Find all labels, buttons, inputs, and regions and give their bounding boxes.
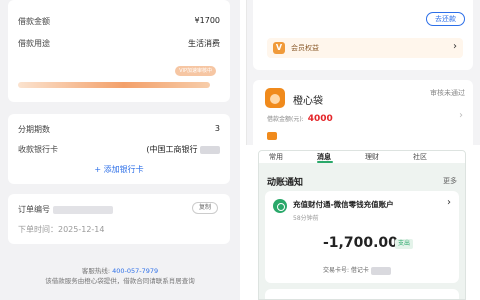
repay-button[interactable]: 去还款 [426,12,465,26]
member-rights-label: 会员权益 [291,44,319,52]
order-number-label: 订单编号 [18,204,113,215]
period-row: 分期期数 3 [18,124,220,138]
loan-amount-label: 借款金额 [18,17,50,26]
loan-card-2[interactable]: 橙心袋 审核未通过 借款金额(元): 4000 › [253,80,473,145]
partial-icon [267,132,277,140]
loan-card-1: 去还款 V 会员权益 › [253,0,473,70]
notice-title: 充值财付通-微信零钱充值账户 [293,200,394,209]
product-name: 橙心袋 [293,96,323,107]
purpose-row: 借款用途 生活消费 [18,38,220,52]
review-progress-bar [18,82,210,88]
loan-amount-value: ¥1700 [194,16,220,25]
chevron-right-icon: › [459,110,463,121]
masked-order-number [52,205,113,214]
review-status: 审核未通过 [430,89,465,97]
notification-screen: 常用 消息 理财 社区 动账通知 更多 充值财付通-微信零钱充值账户 › 58分… [258,150,466,300]
hotline: 客服热线: 400-057-7979 [0,266,240,276]
more-link[interactable]: 更多 [443,176,457,186]
loan-amount-row: 借款金额 ¥1700 [18,16,220,30]
tab-finance[interactable]: 理财 [365,152,379,162]
loan-amount-label: 借款金额(元): [267,116,304,123]
chevron-right-icon: › [447,197,451,208]
tab-bar: 常用 消息 理财 社区 [259,151,465,163]
footer-note: 该借款服务由橙心袋提供，借款合同请联系肖居查询 [45,277,195,285]
loan-detail-screen: 借款金额 ¥1700 借款用途 生活消费 VIP加速审核中 分期期数 3 收款银… [0,0,240,300]
tab-community[interactable]: 社区 [413,152,427,162]
bank-card-label: 收款银行卡 [18,145,58,154]
period-value: 3 [214,124,220,133]
period-label: 分期期数 [18,125,50,134]
masked-card-number [200,145,220,154]
loan-amount-line: 借款金额(元): 4000 [267,114,333,124]
section-title: 动账通知 [267,178,304,188]
order-card: 订单编号 复制 下单时间：2025-12-14 [8,194,230,244]
wechat-pay-icon [273,199,287,213]
bank-card-value: (中国工商银行 [146,144,220,155]
bank-card-row[interactable]: 收款银行卡 (中国工商银行 [18,144,220,158]
expense-tag: 支出 [395,239,414,249]
notice-time: 58分钟前 [293,215,319,222]
tab-common[interactable]: 常用 [269,152,283,162]
add-bank-card-link[interactable]: + 添加银行卡 [8,164,230,175]
copy-button[interactable]: 复制 [191,202,218,214]
chevron-right-icon: › [453,41,457,52]
hotline-label: 客服热线: [81,267,111,275]
masked-card-number [370,266,391,275]
orange-bag-icon [265,88,285,108]
vip-icon: V [273,42,285,54]
order-time-row: 下单时间：2025-12-14 [18,224,220,238]
member-rights-row[interactable]: V 会员权益 › [267,38,463,58]
next-notice-card[interactable] [265,289,459,299]
loan-amount-value: 4000 [307,114,333,124]
installment-card: 分期期数 3 收款银行卡 (中国工商银行 + 添加银行卡 [8,114,230,184]
bank-name: (中国工商银行 [146,145,198,154]
purpose-label: 借款用途 [18,39,50,48]
transaction-notice[interactable]: 充值财付通-微信零钱充值账户 › 58分钟前 -1,700.00 支出 交易卡号… [265,191,459,283]
transaction-amount: -1,700.00 [323,235,398,251]
order-number-row: 订单编号 [18,204,220,218]
active-tab-indicator [317,161,333,163]
footer-info: 客服热线: 400-057-7979 该借款服务由橙心袋提供，借款合同请联系肖居… [0,266,240,286]
vip-review-badge: VIP加速审核中 [175,66,216,76]
loan-list-screen: 去还款 V 会员权益 › 橙心袋 审核未通过 借款金额(元): 4000 › [246,0,480,145]
card-number: 交易卡号: 借记卡 [323,265,391,275]
loan-info-card: 借款金额 ¥1700 借款用途 生活消费 VIP加速审核中 [8,0,230,102]
order-time: 下单时间：2025-12-14 [18,225,105,234]
hotline-number[interactable]: 400-057-7979 [112,267,158,275]
purpose-value: 生活消费 [188,39,220,48]
